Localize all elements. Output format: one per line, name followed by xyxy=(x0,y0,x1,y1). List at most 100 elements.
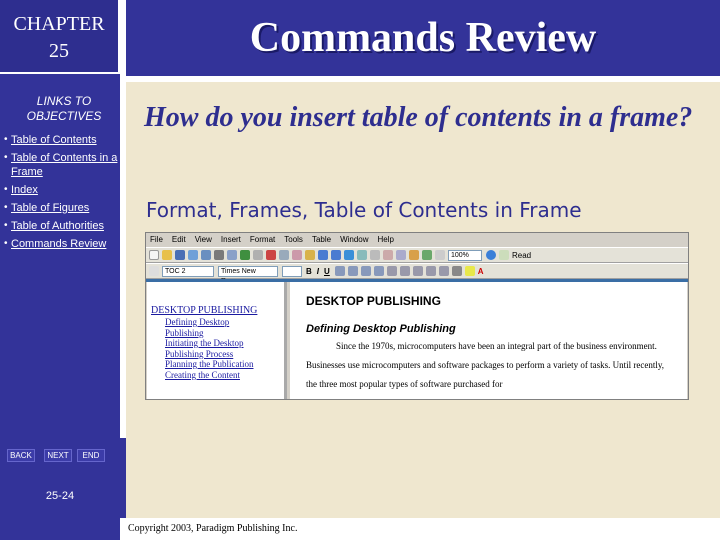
link-item: Table of Contents in a Frame xyxy=(4,151,120,179)
print-preview-icon[interactable] xyxy=(227,250,237,260)
menu-format[interactable]: Format xyxy=(250,233,275,247)
end-label: END xyxy=(82,451,100,460)
new-icon[interactable] xyxy=(149,250,159,260)
back-button[interactable]: BACK xyxy=(7,449,35,462)
help-icon[interactable] xyxy=(486,250,496,260)
word-window-screenshot: File Edit View Insert Format Tools Table… xyxy=(145,232,689,400)
link-commands-review[interactable]: Commands Review xyxy=(11,238,106,250)
chapter-number: 25 xyxy=(49,40,69,62)
insert-excel-icon[interactable] xyxy=(383,250,393,260)
decrease-indent-icon[interactable] xyxy=(425,266,436,276)
link-item: Index xyxy=(4,183,120,197)
links-title: LINKS TO OBJECTIVES xyxy=(0,94,128,124)
numbering-icon[interactable] xyxy=(399,266,410,276)
bold-icon[interactable]: B xyxy=(306,267,312,276)
show-hide-icon[interactable] xyxy=(435,250,445,260)
link-item: Table of Contents xyxy=(4,133,120,147)
toc-frame: DESKTOP PUBLISHING Defining Desktop Publ… xyxy=(147,282,287,399)
email-icon[interactable] xyxy=(201,250,211,260)
font-size-box[interactable] xyxy=(282,265,302,277)
spelling-icon[interactable] xyxy=(240,250,250,260)
toc-item[interactable]: Defining Desktop xyxy=(151,317,284,328)
font-color-icon[interactable]: A xyxy=(478,267,484,276)
question-text: How do you insert table of contents in a… xyxy=(144,102,693,133)
toc-item[interactable]: Publishing Process xyxy=(151,349,284,360)
undo-icon[interactable] xyxy=(318,250,328,260)
menu-view[interactable]: View xyxy=(195,233,212,247)
toc-item[interactable]: Planning the Publication xyxy=(151,359,284,370)
menu-edit[interactable]: Edit xyxy=(172,233,186,247)
increase-indent-icon[interactable] xyxy=(438,266,449,276)
next-button[interactable]: NEXT xyxy=(44,449,72,462)
highlight-icon[interactable] xyxy=(464,266,475,276)
zoom-box[interactable]: 100% xyxy=(448,249,482,261)
doc-heading: DESKTOP PUBLISHING xyxy=(306,294,441,308)
tables-borders-icon[interactable] xyxy=(357,250,367,260)
chapter-box: CHAPTER 25 xyxy=(0,0,120,74)
formatting-toolbar: TOC 2 Times New Roman B I U A xyxy=(146,263,688,285)
doc-subheading: Defining Desktop Publishing xyxy=(306,323,456,335)
chapter-label: CHAPTER xyxy=(13,13,105,35)
link-item: Table of Figures xyxy=(4,201,120,215)
font-box[interactable]: Times New Roman xyxy=(218,265,278,285)
styles-icon[interactable] xyxy=(149,266,159,276)
align-right-icon[interactable] xyxy=(360,266,371,276)
read-label[interactable]: Read xyxy=(512,251,531,260)
hyperlink-icon[interactable] xyxy=(344,250,354,260)
italic-icon[interactable]: I xyxy=(317,267,319,276)
underline-icon[interactable]: U xyxy=(324,267,330,276)
document-map-icon[interactable] xyxy=(422,250,432,260)
columns-icon[interactable] xyxy=(396,250,406,260)
open-icon[interactable] xyxy=(162,250,172,260)
insert-table-icon[interactable] xyxy=(370,250,380,260)
end-button[interactable]: END xyxy=(77,449,105,462)
toc-heading[interactable]: DESKTOP PUBLISHING xyxy=(151,305,284,317)
standard-toolbar: 100% Read xyxy=(146,247,688,263)
links-title-line1: LINKS TO xyxy=(36,94,92,108)
line-spacing-icon[interactable] xyxy=(386,266,397,276)
toc-item[interactable]: Creating the Content xyxy=(151,370,284,381)
slide-number: 25-24 xyxy=(45,490,75,502)
link-table-of-contents-frame[interactable]: Table of Contents in a Frame xyxy=(11,152,117,178)
link-item: Table of Authorities xyxy=(4,219,120,233)
borders-icon[interactable] xyxy=(451,266,462,276)
save-icon[interactable] xyxy=(175,250,185,260)
paste-icon[interactable] xyxy=(292,250,302,260)
toc-item[interactable]: Initiating the Desktop xyxy=(151,338,284,349)
toc-item[interactable]: Publishing xyxy=(151,328,284,339)
research-icon[interactable] xyxy=(253,250,263,260)
doc-paragraph: Since the 1970s, microcomputers have bee… xyxy=(306,341,665,389)
slide-title: Commands Review xyxy=(249,15,597,61)
bullets-icon[interactable] xyxy=(412,266,423,276)
justify-icon[interactable] xyxy=(373,266,384,276)
link-table-of-figures[interactable]: Table of Figures xyxy=(11,202,89,214)
format-painter-icon[interactable] xyxy=(305,250,315,260)
center-icon[interactable] xyxy=(347,266,358,276)
back-label: BACK xyxy=(10,451,32,460)
drawing-icon[interactable] xyxy=(409,250,419,260)
menu-help[interactable]: Help xyxy=(378,233,394,247)
align-left-icon[interactable] xyxy=(334,266,345,276)
link-item: Commands Review xyxy=(4,237,120,251)
print-icon[interactable] xyxy=(214,250,224,260)
menu-window[interactable]: Window xyxy=(340,233,368,247)
objectives-link-list: Table of Contents Table of Contents in a… xyxy=(4,133,120,255)
link-table-of-authorities[interactable]: Table of Authorities xyxy=(11,220,104,232)
link-index[interactable]: Index xyxy=(11,184,38,196)
links-title-line2: OBJECTIVES xyxy=(26,109,102,123)
redo-icon[interactable] xyxy=(331,250,341,260)
menu-file[interactable]: File xyxy=(150,233,163,247)
next-label: NEXT xyxy=(47,451,69,460)
cut-icon[interactable] xyxy=(266,250,276,260)
document-frame[interactable]: DESKTOP PUBLISHING Defining Desktop Publ… xyxy=(290,282,687,399)
copy-icon[interactable] xyxy=(279,250,289,260)
menu-table[interactable]: Table xyxy=(312,233,331,247)
answer-text: Format, Frames, Table of Contents in Fra… xyxy=(146,198,582,222)
menu-tools[interactable]: Tools xyxy=(284,233,303,247)
style-box[interactable]: TOC 2 xyxy=(162,265,214,277)
menu-bar: File Edit View Insert Format Tools Table… xyxy=(146,233,688,247)
link-table-of-contents[interactable]: Table of Contents xyxy=(11,134,97,146)
permission-icon[interactable] xyxy=(188,250,198,260)
read-icon[interactable] xyxy=(499,250,509,260)
menu-insert[interactable]: Insert xyxy=(221,233,241,247)
